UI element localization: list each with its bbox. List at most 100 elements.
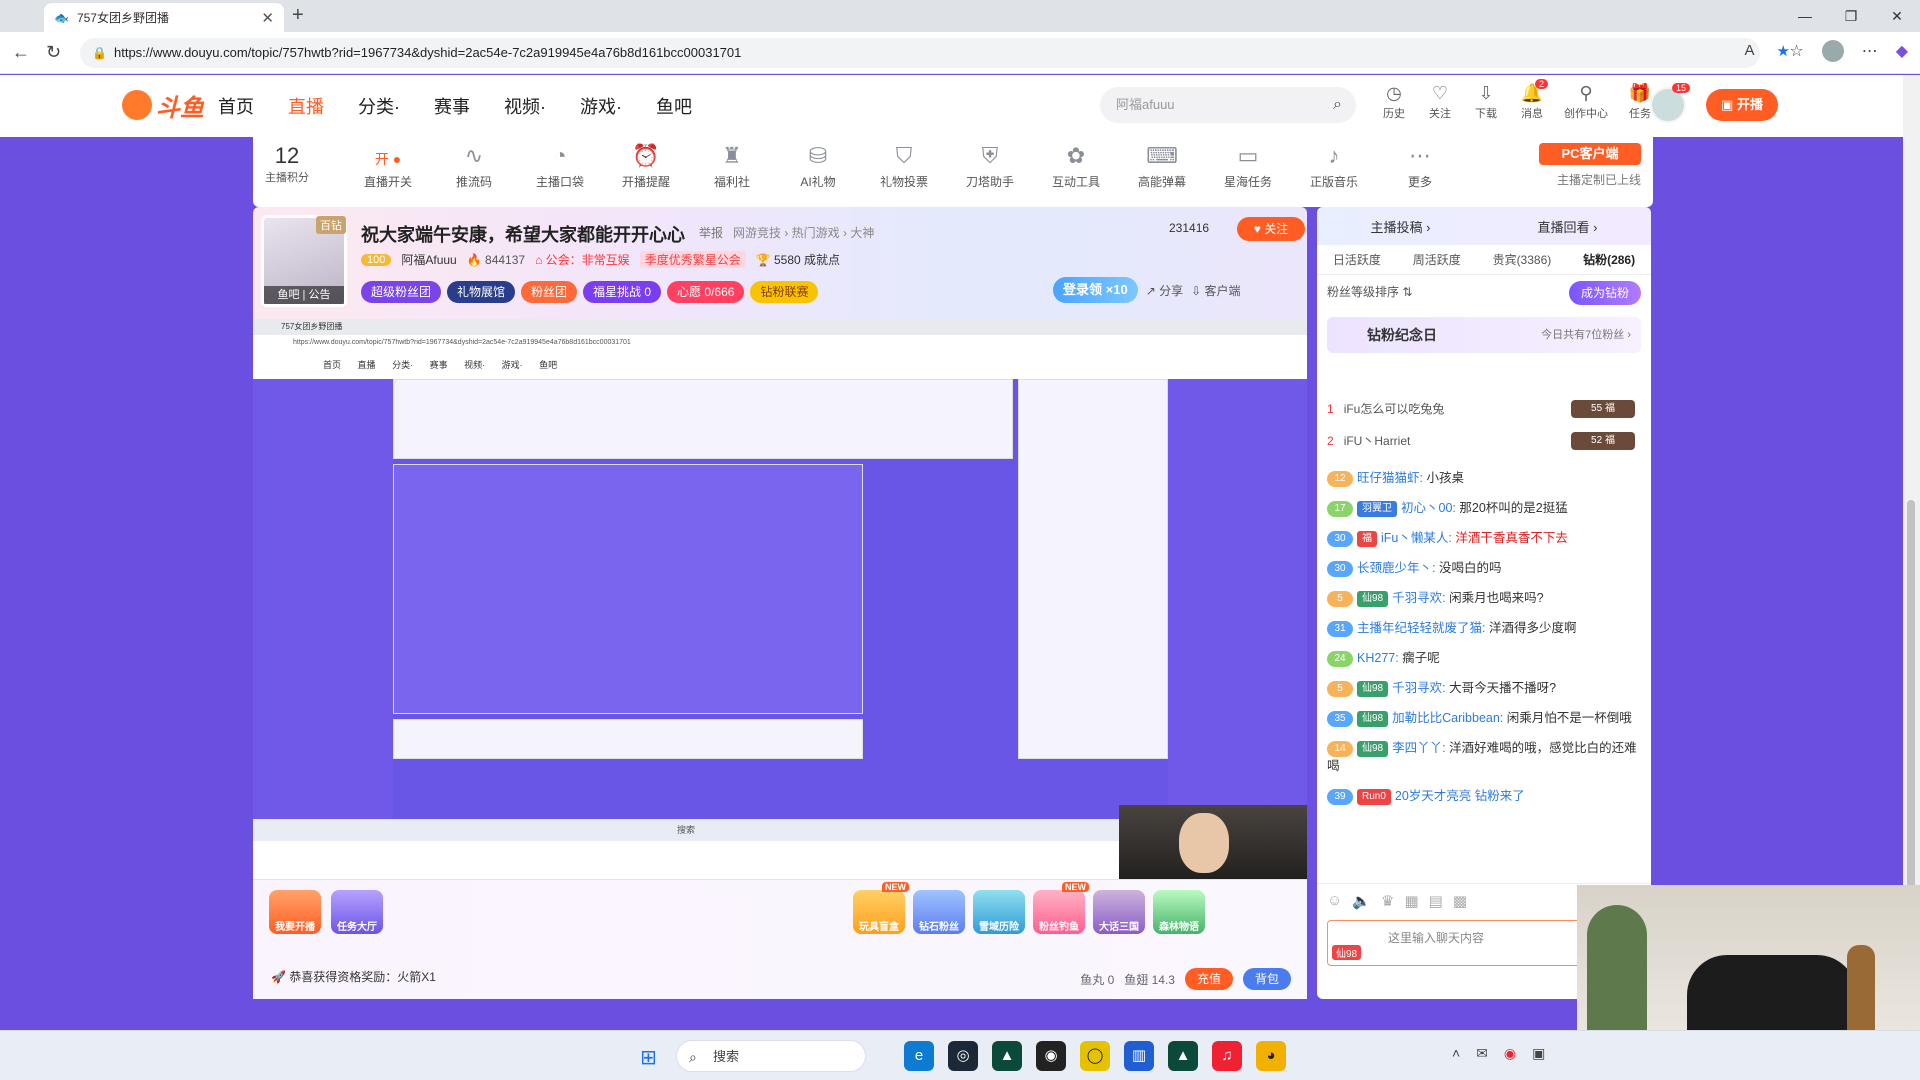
- recharge-button[interactable]: 充值: [1184, 968, 1233, 990]
- emoji-icon[interactable]: ☺: [1327, 892, 1342, 910]
- tab-diamond-fans[interactable]: 钻粉(286): [1583, 251, 1635, 268]
- gift-diamond-fan[interactable]: 钻石粉丝: [913, 890, 965, 934]
- share-button[interactable]: ↗ 分享: [1146, 282, 1183, 299]
- gift-fan-fishing[interactable]: NEW 粉丝钓鱼: [1033, 882, 1089, 934]
- yellow-app-icon[interactable]: ◯: [1080, 1041, 1110, 1071]
- tool-more[interactable]: ⋯ 更多: [1377, 143, 1463, 190]
- fishbar-link[interactable]: 鱼吧: [278, 289, 300, 301]
- follow-button[interactable]: ♡ 关注: [1424, 83, 1456, 121]
- url-field[interactable]: 🔒 https://www.douyu.com/topic/757hwtb?ri…: [80, 38, 1760, 68]
- crown-icon[interactable]: ♛: [1381, 892, 1394, 910]
- gift-toy-box[interactable]: NEW 玩具盲盒: [853, 882, 909, 934]
- tool-music[interactable]: ♪ 正版音乐: [1291, 143, 1377, 190]
- gift-forest-story[interactable]: 森林物语: [1153, 890, 1205, 934]
- triangle-app-icon[interactable]: ▲: [992, 1041, 1022, 1071]
- douyu-logo[interactable]: 斗鱼: [122, 85, 204, 125]
- gift-snow-adventure[interactable]: 雪域历险: [973, 890, 1025, 934]
- tool-live-reminder[interactable]: ⏰ 开播提醒: [603, 143, 689, 190]
- start-live-button[interactable]: ▣ 开播: [1706, 89, 1778, 121]
- speaker-icon[interactable]: 🔈: [1352, 892, 1371, 910]
- tab-anchor-posts[interactable]: 主播投稿 ›: [1371, 217, 1431, 236]
- pc-client-button[interactable]: PC客户端: [1539, 143, 1641, 165]
- obs-icon[interactable]: ◉: [1036, 1041, 1066, 1071]
- super-fan-club-pill[interactable]: 超级粉丝团: [361, 281, 442, 303]
- nav-home[interactable]: 首页: [218, 93, 254, 119]
- search-icon[interactable]: ⌕: [1333, 87, 1342, 123]
- room-category[interactable]: 网游竞技 › 热门游戏 › 大神: [733, 224, 874, 241]
- copilot-icon[interactable]: ◆: [1896, 41, 1908, 61]
- tool-gift-vote[interactable]: ⛉ 礼物投票: [861, 143, 947, 190]
- tab-vip[interactable]: 贵宾(3386): [1493, 251, 1552, 268]
- fan-badge[interactable]: 仙98: [1332, 945, 1362, 960]
- wish-pill[interactable]: 心愿 0/666: [667, 281, 745, 303]
- badge-icon[interactable]: ▦: [1404, 892, 1418, 910]
- netease-music-icon[interactable]: ♫: [1212, 1041, 1242, 1071]
- nav-category[interactable]: 分类·: [358, 93, 400, 119]
- tray-app-icon[interactable]: ▣: [1532, 1045, 1545, 1062]
- site-search-input[interactable]: 阿福afuuu ⌕: [1100, 87, 1356, 123]
- messages-button[interactable]: 🔔 2 消息: [1516, 79, 1548, 121]
- become-diamond-button[interactable]: 成为钻粉: [1568, 281, 1641, 305]
- read-aloud-icon[interactable]: A: [1745, 42, 1755, 60]
- tool-interaction[interactable]: ✿ 互动工具: [1033, 143, 1119, 190]
- tab-replay[interactable]: 直播回看 ›: [1538, 217, 1598, 236]
- tool-stream-key[interactable]: ∿ 推流码: [431, 143, 517, 190]
- rank-row[interactable]: 2 iFU丶Harriet 52 福: [1327, 425, 1641, 457]
- anniversary-count[interactable]: 今日共有7位粉丝 ›: [1541, 317, 1631, 353]
- fan-club-pill[interactable]: 粉丝团: [521, 281, 578, 303]
- tab-daily-activity[interactable]: 日活跃度: [1333, 251, 1381, 268]
- gift-three-kingdoms[interactable]: 大话三国: [1093, 890, 1145, 934]
- favorite-star-icon[interactable]: ★: [1777, 42, 1790, 60]
- download-button[interactable]: ⇩ 下载: [1470, 83, 1502, 121]
- bag-button[interactable]: 背包: [1242, 968, 1291, 990]
- report-link[interactable]: 举报: [699, 224, 723, 241]
- browser-tab[interactable]: 🐟 757女团乡野团播 ✕: [44, 3, 284, 32]
- start-live-icon-button[interactable]: 我要开播: [269, 890, 321, 934]
- tool-danmaku[interactable]: ⌨ 高能弹幕: [1119, 143, 1205, 190]
- netease-tray-icon[interactable]: ◉: [1504, 1045, 1516, 1062]
- tool-welfare[interactable]: ♜ 福利社: [689, 143, 775, 190]
- edge-icon[interactable]: e: [904, 1041, 934, 1071]
- blue-app-icon[interactable]: ▥: [1124, 1041, 1154, 1071]
- tab-weekly-activity[interactable]: 周活跃度: [1413, 251, 1461, 268]
- taskbar-search[interactable]: ⌕ 搜索: [676, 1040, 866, 1072]
- nav-events[interactable]: 赛事: [434, 93, 470, 119]
- follow-button[interactable]: ♥ 关注: [1237, 217, 1305, 241]
- barrage-icon[interactable]: ▤: [1429, 892, 1443, 910]
- close-tab-icon[interactable]: ✕: [261, 9, 274, 27]
- new-tab-button[interactable]: +: [292, 4, 304, 27]
- signin-reward-button[interactable]: 登录领 ×10: [1053, 277, 1138, 303]
- minimize-button[interactable]: —: [1782, 0, 1828, 32]
- diamond-league-pill[interactable]: 钻粉联赛: [750, 281, 819, 303]
- close-window-button[interactable]: ✕: [1874, 0, 1920, 32]
- tool-live-toggle[interactable]: 开 ● 直播开关: [345, 143, 431, 190]
- tool-star-task[interactable]: ▭ 星海任务: [1205, 143, 1291, 190]
- settings-icon[interactable]: ▩: [1453, 892, 1467, 910]
- triangle-app-2-icon[interactable]: ▲: [1168, 1041, 1198, 1071]
- fish-app-icon[interactable]: ◕: [1256, 1041, 1286, 1071]
- client-button[interactable]: ⇩ 客户端: [1191, 282, 1240, 299]
- lucky-challenge-pill[interactable]: 福星挑战 0: [583, 281, 662, 303]
- video-player[interactable]: 757女团乡野团播 https://www.douyu.com/topic/75…: [253, 319, 1307, 879]
- profile-avatar[interactable]: [1821, 40, 1844, 62]
- tool-dota-helper[interactable]: ⛨ 刀塔助手: [947, 143, 1033, 190]
- user-avatar[interactable]: 15: [1650, 83, 1690, 123]
- gift-gallery-pill[interactable]: 礼物展馆: [447, 281, 516, 303]
- wechat-icon[interactable]: ✉: [1476, 1045, 1488, 1062]
- refresh-icon[interactable]: ↻: [46, 42, 61, 63]
- tool-anchor-pocket[interactable]: ◔ 主播口袋: [517, 143, 603, 190]
- more-menu-icon[interactable]: ⋯: [1862, 41, 1878, 61]
- task-hall-button[interactable]: 任务大厅: [331, 890, 383, 934]
- anchor-avatar[interactable]: 百钻 鱼吧 | 公告: [261, 215, 347, 307]
- fan-sort[interactable]: 粉丝等级排序 ⇅: [1327, 283, 1412, 300]
- diamond-anniversary[interactable]: 钻粉纪念日 今日共有7位粉丝 ›: [1327, 317, 1641, 353]
- back-icon[interactable]: ←: [12, 42, 30, 63]
- tool-ai-gift[interactable]: ⛁ AI礼物: [775, 143, 861, 190]
- notice-link[interactable]: 公告: [308, 289, 330, 301]
- chevron-up-icon[interactable]: ˄: [1452, 1045, 1460, 1062]
- nav-fishbar[interactable]: 鱼吧: [656, 93, 692, 119]
- steam-icon[interactable]: ◎: [948, 1041, 978, 1071]
- nav-video[interactable]: 视频·: [504, 93, 546, 119]
- nav-games[interactable]: 游戏·: [580, 93, 622, 119]
- nav-live[interactable]: 直播: [288, 93, 324, 119]
